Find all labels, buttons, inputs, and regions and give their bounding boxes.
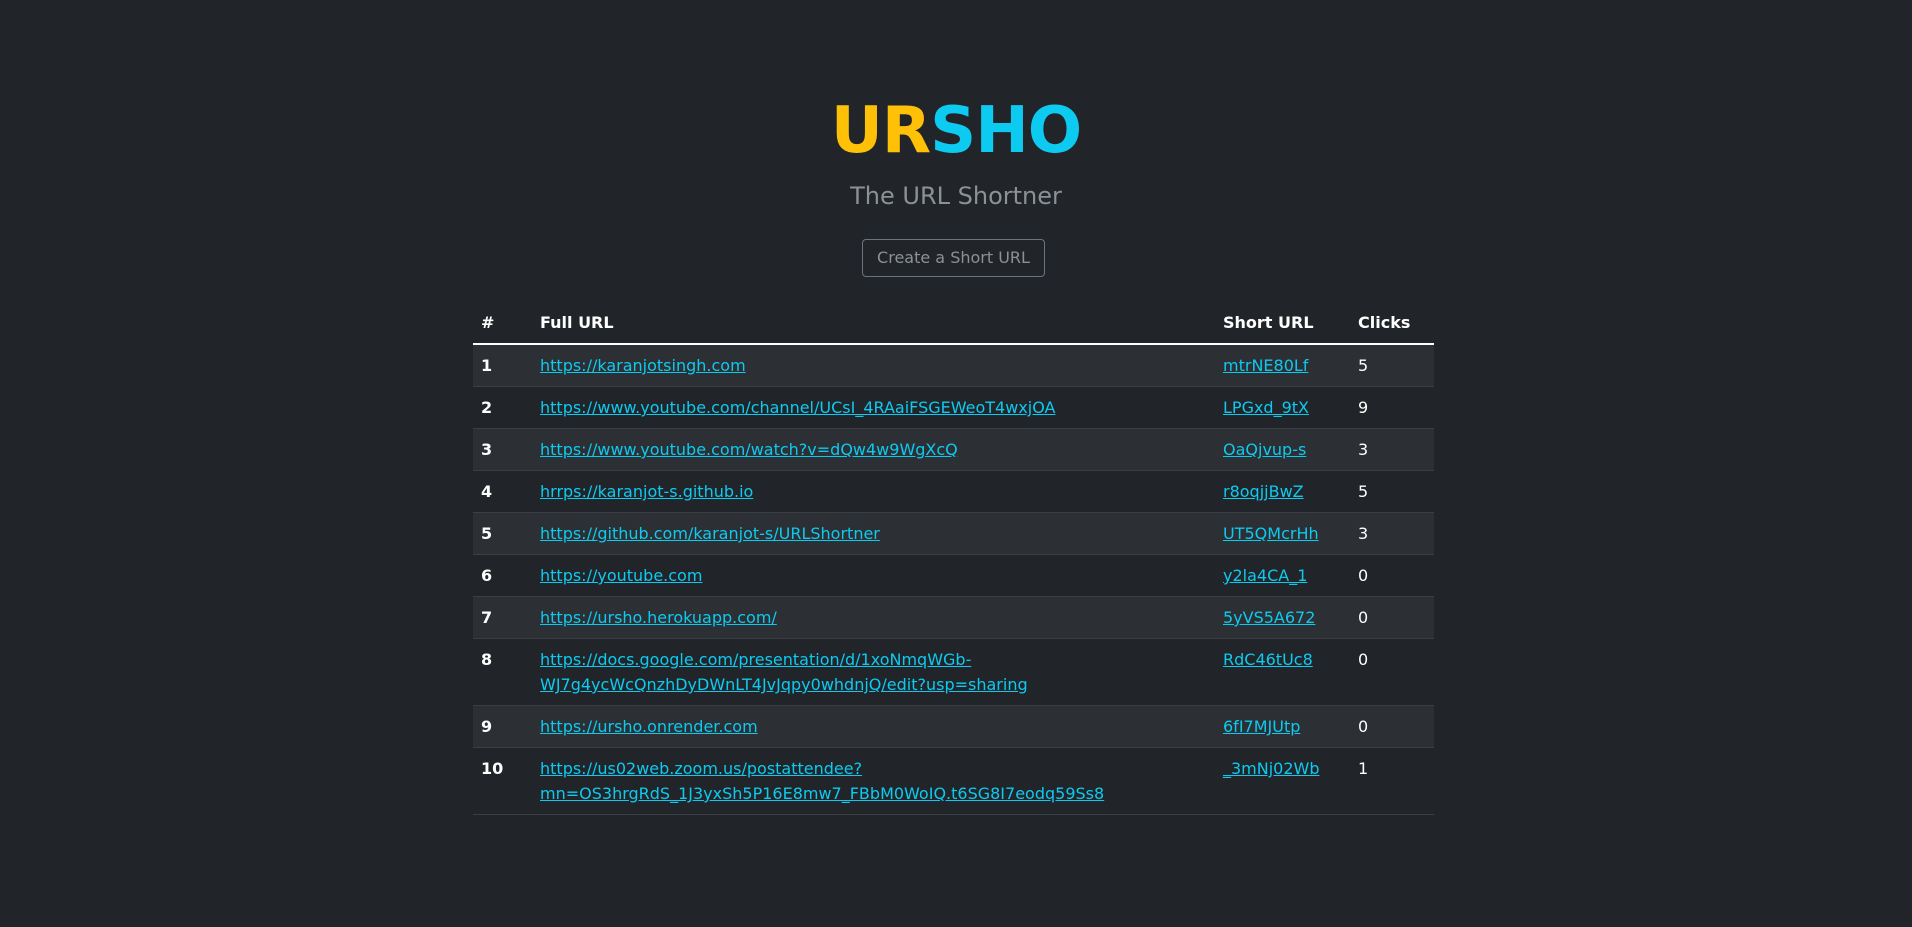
row-number: 6 xyxy=(473,554,532,597)
table-row: 2 https://www.youtube.com/channel/UCsI_4… xyxy=(473,386,1434,429)
header-clicks: Clicks xyxy=(1350,302,1434,345)
short-url-cell: 5yVS5A672 xyxy=(1215,596,1350,639)
row-number: 2 xyxy=(473,386,532,429)
row-number: 1 xyxy=(473,344,532,387)
app-logo: URSHO xyxy=(0,88,1912,174)
table-row: 6 https://youtube.com y2la4CA_1 0 xyxy=(473,554,1434,597)
full-url-cell: https://www.youtube.com/channel/UCsI_4RA… xyxy=(532,386,1215,429)
short-url-link[interactable]: r8oqjjBwZ xyxy=(1223,482,1304,501)
table-row: 9 https://ursho.onrender.com 6fI7MJUtp 0 xyxy=(473,705,1434,748)
clicks-count: 3 xyxy=(1350,428,1434,471)
table-row: 10 https://us02web.zoom.us/postattendee?… xyxy=(473,747,1434,815)
row-number: 7 xyxy=(473,596,532,639)
short-url-cell: _3mNj02Wb xyxy=(1215,747,1350,815)
create-short-url-button[interactable]: Create a Short URL xyxy=(862,239,1045,277)
full-url-link[interactable]: hrrps://karanjot-s.github.io xyxy=(540,482,753,501)
full-url-line-1: https://us02web.zoom.us/postattendee? xyxy=(540,759,863,778)
table-row: 5 https://github.com/karanjot-s/URLShort… xyxy=(473,512,1434,555)
short-url-link[interactable]: 6fI7MJUtp xyxy=(1223,717,1300,736)
clicks-count: 5 xyxy=(1350,344,1434,387)
full-url-line-1: https://docs.google.com/presentation/d/1… xyxy=(540,650,972,669)
full-url-cell: hrrps://karanjot-s.github.io xyxy=(532,470,1215,513)
full-url-cell: https://ursho.onrender.com xyxy=(532,705,1215,748)
clicks-count: 1 xyxy=(1350,747,1434,815)
short-url-link[interactable]: RdC46tUc8 xyxy=(1223,650,1313,669)
full-url-line-2: mn=OS3hrgRdS_1J3yxSh5P16E8mw7_FBbM0WoIQ.… xyxy=(540,784,1105,803)
clicks-count: 3 xyxy=(1350,512,1434,555)
full-url-cell: https://karanjotsingh.com xyxy=(532,344,1215,387)
logo-part-sho: SHO xyxy=(930,94,1082,168)
page-header: URSHO The URL Shortner xyxy=(0,88,1912,212)
full-url-link[interactable]: https://us02web.zoom.us/postattendee? mn=… xyxy=(540,759,1104,803)
full-url-cell: https://us02web.zoom.us/postattendee? mn=… xyxy=(532,747,1215,815)
table-header-row: # Full URL Short URL Clicks xyxy=(473,302,1434,345)
row-number: 10 xyxy=(473,747,532,815)
short-url-cell: RdC46tUc8 xyxy=(1215,638,1350,706)
clicks-count: 5 xyxy=(1350,470,1434,513)
full-url-cell: https://www.youtube.com/watch?v=dQw4w9Wg… xyxy=(532,428,1215,471)
short-url-cell: LPGxd_9tX xyxy=(1215,386,1350,429)
full-url-cell: https://docs.google.com/presentation/d/1… xyxy=(532,638,1215,706)
short-url-link[interactable]: UT5QMcrHh xyxy=(1223,524,1319,543)
short-url-link[interactable]: _3mNj02Wb xyxy=(1223,759,1320,778)
clicks-count: 0 xyxy=(1350,554,1434,597)
table-row: 4 hrrps://karanjot-s.github.io r8oqjjBwZ… xyxy=(473,470,1434,513)
clicks-count: 0 xyxy=(1350,638,1434,706)
short-url-link[interactable]: mtrNE80Lf xyxy=(1223,356,1308,375)
row-number: 9 xyxy=(473,705,532,748)
table-body: 1 https://karanjotsingh.com mtrNE80Lf 5 … xyxy=(473,344,1434,815)
header-short-url: Short URL xyxy=(1215,302,1350,345)
row-number: 4 xyxy=(473,470,532,513)
full-url-cell: https://youtube.com xyxy=(532,554,1215,597)
short-url-cell: mtrNE80Lf xyxy=(1215,344,1350,387)
short-url-link[interactable]: 5yVS5A672 xyxy=(1223,608,1315,627)
header-full-url: Full URL xyxy=(532,302,1215,345)
logo-part-ur: UR xyxy=(830,94,931,168)
row-number: 8 xyxy=(473,638,532,706)
table-row: 1 https://karanjotsingh.com mtrNE80Lf 5 xyxy=(473,344,1434,387)
table-row: 7 https://ursho.herokuapp.com/ 5yVS5A672… xyxy=(473,596,1434,639)
full-url-cell: https://github.com/karanjot-s/URLShortne… xyxy=(532,512,1215,555)
short-url-link[interactable]: y2la4CA_1 xyxy=(1223,566,1307,585)
full-url-link[interactable]: https://karanjotsingh.com xyxy=(540,356,746,375)
short-url-cell: r8oqjjBwZ xyxy=(1215,470,1350,513)
header-number: # xyxy=(473,302,532,345)
full-url-link[interactable]: https://ursho.onrender.com xyxy=(540,717,758,736)
row-number: 3 xyxy=(473,428,532,471)
full-url-link[interactable]: https://ursho.herokuapp.com/ xyxy=(540,608,777,627)
short-url-cell: 6fI7MJUtp xyxy=(1215,705,1350,748)
full-url-cell: https://ursho.herokuapp.com/ xyxy=(532,596,1215,639)
short-url-link[interactable]: LPGxd_9tX xyxy=(1223,398,1309,417)
app-subtitle: The URL Shortner xyxy=(850,182,1062,210)
table-row: 3 https://www.youtube.com/watch?v=dQw4w9… xyxy=(473,428,1434,471)
full-url-link[interactable]: https://www.youtube.com/watch?v=dQw4w9Wg… xyxy=(540,440,958,459)
full-url-link[interactable]: https://youtube.com xyxy=(540,566,702,585)
short-url-link[interactable]: OaQjvup-s xyxy=(1223,440,1306,459)
table-header: # Full URL Short URL Clicks xyxy=(473,302,1434,345)
clicks-count: 9 xyxy=(1350,386,1434,429)
short-url-cell: OaQjvup-s xyxy=(1215,428,1350,471)
full-url-link[interactable]: https://github.com/karanjot-s/URLShortne… xyxy=(540,524,880,543)
urls-table: # Full URL Short URL Clicks 1 https://ka… xyxy=(473,302,1434,815)
clicks-count: 0 xyxy=(1350,596,1434,639)
row-number: 5 xyxy=(473,512,532,555)
short-url-cell: y2la4CA_1 xyxy=(1215,554,1350,597)
full-url-line-2: WJ7g4ycWcQnzhDyDWnLT4JvJqpy0whdnjQ/edit?… xyxy=(540,675,1028,694)
full-url-link[interactable]: https://docs.google.com/presentation/d/1… xyxy=(540,650,1028,694)
clicks-count: 0 xyxy=(1350,705,1434,748)
table-row: 8 https://docs.google.com/presentation/d… xyxy=(473,638,1434,706)
short-url-cell: UT5QMcrHh xyxy=(1215,512,1350,555)
full-url-link[interactable]: https://www.youtube.com/channel/UCsI_4RA… xyxy=(540,398,1055,417)
